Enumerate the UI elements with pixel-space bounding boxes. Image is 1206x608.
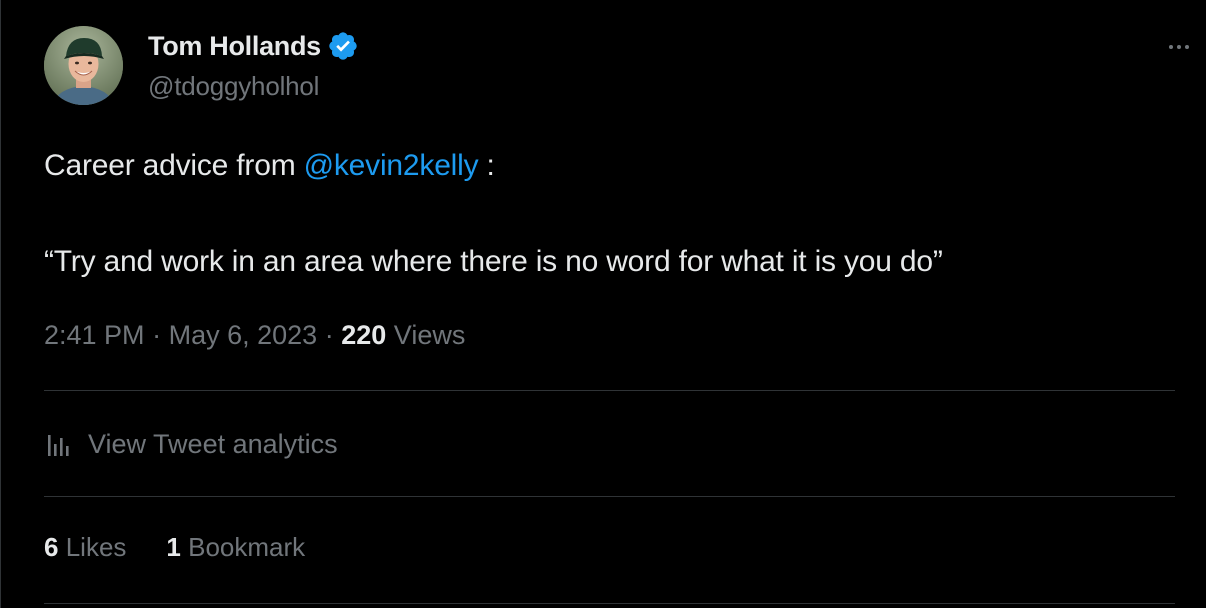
bookmarks-label: Bookmark	[188, 532, 306, 562]
mention-link[interactable]: @kevin2kelly	[304, 149, 479, 182]
view-analytics-link[interactable]: View Tweet analytics	[44, 424, 338, 464]
verified-badge-icon[interactable]	[327, 30, 359, 62]
avatar[interactable]	[44, 26, 123, 105]
tweet-header: Tom Hollands @tdoggyholhol	[44, 26, 1189, 106]
divider	[44, 603, 1175, 604]
display-name[interactable]: Tom Hollands	[148, 31, 321, 62]
analytics-bars-icon	[44, 429, 74, 459]
likes-stat[interactable]: 6 Likes	[44, 532, 126, 563]
more-options-icon[interactable]	[1159, 32, 1199, 62]
analytics-label: View Tweet analytics	[88, 428, 338, 459]
tweet-text-suffix: :	[478, 149, 495, 182]
meta-separator: ·	[152, 320, 162, 350]
likes-count: 6	[44, 532, 59, 562]
tweet-meta: 2:41 PM · May 6, 2023 · 220 Views	[44, 320, 465, 351]
bookmarks-stat[interactable]: 1 Bookmark	[166, 532, 305, 563]
views-label: Views	[393, 320, 466, 350]
tweet: Tom Hollands @tdoggyholhol Career advice…	[44, 0, 1189, 608]
left-border	[0, 0, 1, 608]
name-row: Tom Hollands	[148, 28, 359, 64]
more-dot	[1177, 45, 1181, 49]
divider	[44, 496, 1175, 497]
tweet-date[interactable]: May 6, 2023	[169, 320, 318, 350]
bookmarks-count: 1	[166, 532, 181, 562]
tweet-text: Career advice from @kevin2kelly : “Try a…	[44, 146, 1175, 282]
likes-label: Likes	[65, 532, 127, 562]
avatar-image	[44, 26, 123, 105]
tweet-time[interactable]: 2:41 PM	[44, 320, 145, 350]
tweet-stats: 6 Likes 1 Bookmark	[44, 532, 305, 563]
views-count: 220	[341, 320, 387, 350]
tweet-text-line-1: Career advice from @kevin2kelly :	[44, 146, 1175, 186]
tweet-quote: “Try and work in an area where there is …	[44, 245, 943, 278]
author-info: Tom Hollands @tdoggyholhol	[148, 28, 359, 102]
more-dot	[1169, 45, 1173, 49]
more-dot	[1185, 45, 1189, 49]
divider	[44, 390, 1175, 391]
tweet-text-prefix: Career advice from	[44, 149, 304, 182]
meta-separator: ·	[324, 320, 334, 350]
handle[interactable]: @tdoggyholhol	[148, 71, 359, 102]
